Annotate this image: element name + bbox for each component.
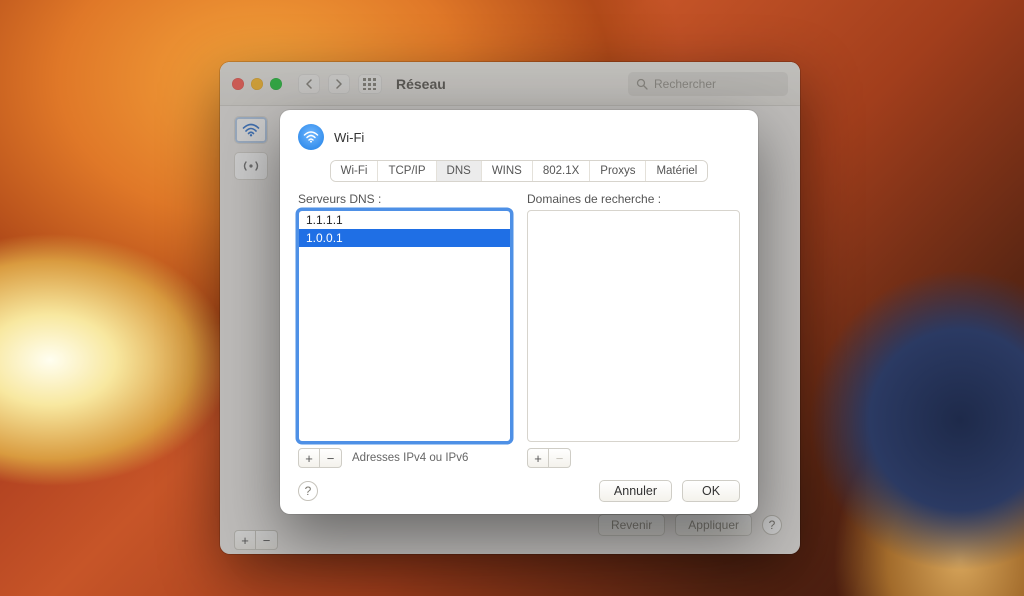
search-domain-add-remove-row: + − [527,448,740,468]
tab-mat-riel[interactable]: Matériel [646,161,707,181]
dns-remove-button[interactable]: − [320,448,342,468]
tab-proxys[interactable]: Proxys [590,161,646,181]
sheet-header: Wi-Fi [298,124,740,150]
interface-item-other[interactable] [234,152,268,180]
tab-802-1x[interactable]: 802.1X [533,161,590,181]
minimize-window-button[interactable] [251,78,263,90]
sheet-tabbar: Wi-FiTCP/IPDNSWINS802.1XProxysMatériel [330,160,709,182]
dns-server-row[interactable]: 1.0.0.1 [299,229,510,247]
interface-add-remove: + − [234,530,278,550]
apply-button[interactable]: Appliquer [675,514,752,536]
revert-button[interactable]: Revenir [598,514,665,536]
search-domain-add-button[interactable]: + [527,448,549,468]
forward-button[interactable] [328,74,350,94]
help-button[interactable]: ? [762,515,782,535]
broadcast-icon [242,159,260,173]
wifi-icon [242,123,260,137]
dns-add-remove-row: + − Adresses IPv4 ou IPv6 [298,448,511,468]
search-domain-remove-button[interactable]: − [549,448,571,468]
dns-add-button[interactable]: + [298,448,320,468]
remove-interface-button[interactable]: − [256,530,278,550]
back-button[interactable] [298,74,320,94]
interface-item-wifi[interactable] [234,116,268,144]
wifi-badge-icon [298,124,324,150]
search-icon [636,78,648,90]
window-traffic-lights [232,78,282,90]
dns-server-row[interactable]: 1.1.1.1 [299,211,510,229]
tab-wi-fi[interactable]: Wi-Fi [331,161,379,181]
dns-columns: Serveurs DNS : 1.1.1.11.0.0.1 + − Adress… [298,192,740,468]
sheet-help-button[interactable]: ? [298,481,318,501]
sheet-title: Wi-Fi [334,130,364,145]
tab-dns[interactable]: DNS [437,161,482,181]
dns-servers-column: Serveurs DNS : 1.1.1.11.0.0.1 + − Adress… [298,192,511,468]
dns-settings-sheet: Wi-Fi Wi-FiTCP/IPDNSWINS802.1XProxysMaté… [280,110,758,514]
show-all-button[interactable] [358,74,382,94]
cancel-button[interactable]: Annuler [599,480,672,502]
tab-tcp-ip[interactable]: TCP/IP [378,161,436,181]
ok-button[interactable]: OK [682,480,740,502]
zoom-window-button[interactable] [270,78,282,90]
desktop-wallpaper: Réseau Rechercher + − Revenir [0,0,1024,596]
search-field[interactable]: Rechercher [628,72,788,96]
search-domains-listbox[interactable] [527,210,740,442]
window-footer-controls: Revenir Appliquer ? [598,514,782,536]
dns-servers-listbox[interactable]: 1.1.1.11.0.0.1 [298,210,511,442]
search-domains-column: Domaines de recherche : + − [527,192,740,468]
search-placeholder: Rechercher [654,77,716,91]
close-window-button[interactable] [232,78,244,90]
window-title: Réseau [396,76,446,92]
sheet-footer: ? Annuler OK [298,480,740,502]
dns-servers-label: Serveurs DNS : [298,192,511,206]
ipv-hint: Adresses IPv4 ou IPv6 [352,452,468,464]
add-interface-button[interactable]: + [234,530,256,550]
tab-wins[interactable]: WINS [482,161,533,181]
interface-sidebar: + − [234,116,274,188]
search-domains-label: Domaines de recherche : [527,192,740,206]
window-titlebar: Réseau Rechercher [220,62,800,106]
